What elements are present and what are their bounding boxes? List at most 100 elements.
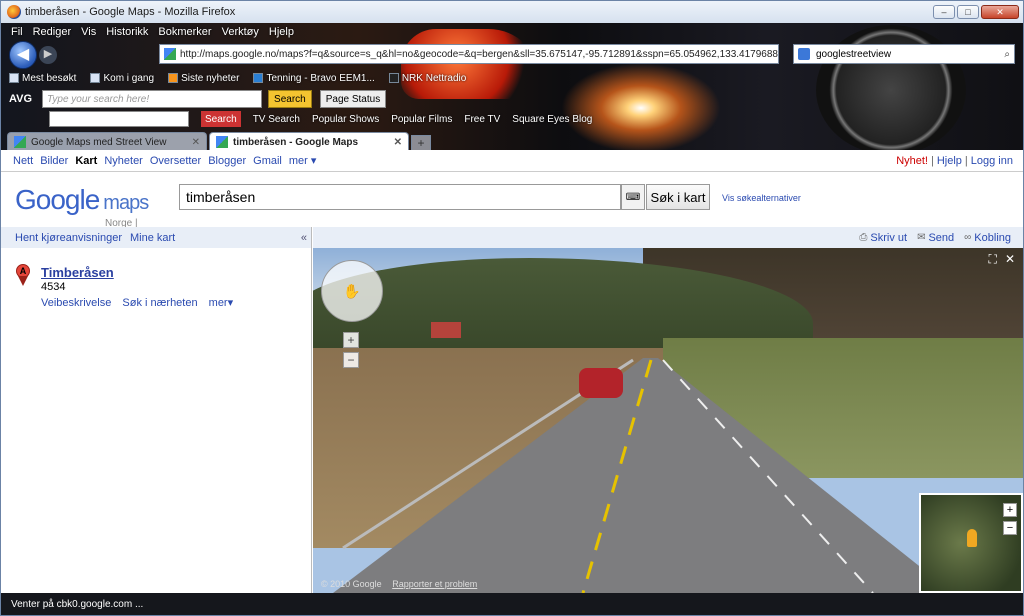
bookmarks-toolbar: Mest besøkt Kom i gang Siste nyheter Ten…: [1, 69, 480, 87]
pegman-icon[interactable]: [967, 529, 977, 547]
address-url: http://maps.google.no/maps?f=q&source=s_…: [180, 48, 778, 60]
link-link[interactable]: ∞ Kobling: [964, 232, 1011, 244]
square-eyes-blog-link[interactable]: Square Eyes Blog: [512, 114, 592, 125]
bookmark-item[interactable]: NRK Nettradio: [388, 73, 466, 84]
bookmark-item[interactable]: Kom i gang: [90, 73, 154, 84]
keyboard-icon[interactable]: ⌨: [621, 184, 645, 210]
gbar-more[interactable]: mer ▾: [289, 154, 317, 167]
help-link[interactable]: Hjelp: [937, 155, 962, 167]
popular-shows-link[interactable]: Popular Shows: [312, 114, 379, 125]
expand-icon[interactable]: ⛶: [989, 252, 997, 267]
google-favicon: [14, 136, 26, 148]
marker-pin-icon[interactable]: A: [16, 264, 30, 286]
minimize-button[interactable]: –: [933, 5, 955, 19]
bookmark-icon: [9, 73, 19, 83]
menu-history[interactable]: Historikk: [106, 26, 148, 38]
avg-search-input[interactable]: Type your search here!: [42, 90, 263, 108]
avg-search-button[interactable]: Search: [268, 90, 312, 108]
my-maps-link[interactable]: Mine kart: [130, 232, 175, 244]
gbar-news[interactable]: Nyheter: [104, 155, 143, 167]
bookmark-icon: [388, 73, 399, 83]
zoom-out-button[interactable]: −: [343, 352, 359, 368]
collapse-panel-icon[interactable]: «: [301, 232, 307, 244]
search-maps-button[interactable]: Søk i kart: [646, 184, 710, 210]
navigation-toolbar: ◀ ▶ http://maps.google.no/maps?f=q&sourc…: [1, 41, 1023, 69]
copyright: © 2010 Google Rapporter et problem: [321, 579, 478, 589]
browser-chrome: Fil Rediger Vis Historikk Bokmerker Verk…: [1, 23, 1023, 150]
bookmark-item[interactable]: Mest besøkt: [9, 73, 76, 84]
search-engine-icon[interactable]: [798, 48, 810, 60]
gbar-gmail[interactable]: Gmail: [253, 155, 282, 167]
close-streetview-icon[interactable]: ✕: [1005, 252, 1015, 267]
search-nearby-link[interactable]: Søk i nærheten: [122, 297, 197, 309]
page-status-button[interactable]: Page Status: [319, 90, 387, 108]
gbar-maps[interactable]: Kart: [75, 155, 97, 167]
menu-view[interactable]: Vis: [81, 26, 96, 38]
browser-window: timberåsen - Google Maps - Mozilla Firef…: [0, 0, 1024, 616]
login-link[interactable]: Logg inn: [971, 155, 1013, 167]
report-problem-link[interactable]: Rapporter et problem: [392, 579, 477, 589]
minimap-zoom-out-button[interactable]: −: [1003, 521, 1017, 535]
address-bar[interactable]: http://maps.google.no/maps?f=q&source=s_…: [159, 44, 779, 64]
pan-control-icon[interactable]: ✋: [321, 260, 383, 322]
print-link[interactable]: ⎙ Skriv ut: [859, 232, 907, 244]
forward-button[interactable]: ▶: [39, 46, 57, 64]
menu-tools[interactable]: Verktøy: [222, 26, 259, 38]
bookmark-item[interactable]: Siste nyheter: [168, 73, 239, 84]
new-tab-button[interactable]: +: [411, 135, 431, 150]
maximize-button[interactable]: □: [957, 5, 979, 19]
free-tv-link[interactable]: Free TV: [464, 114, 500, 125]
mail-icon: ✉: [917, 232, 926, 243]
gbar-web[interactable]: Nett: [13, 155, 33, 167]
mini-map[interactable]: + −: [919, 493, 1023, 593]
results-panel: Hent kjøreanvisninger Mine kart « A Timb…: [1, 227, 312, 593]
back-button[interactable]: ◀: [9, 41, 37, 69]
browser-search-box[interactable]: googlestreetview ⌕: [793, 44, 1015, 64]
printer-icon: ⎙: [859, 232, 868, 243]
search-icon[interactable]: ⌕: [1004, 49, 1014, 60]
zoom-in-button[interactable]: +: [343, 332, 359, 348]
popular-films-link[interactable]: Popular Films: [391, 114, 452, 125]
news-link[interactable]: Nyhet!: [896, 155, 928, 167]
tab-timberasen[interactable]: timberåsen - Google Maps ✕: [209, 132, 409, 150]
close-tab-icon[interactable]: ✕: [192, 137, 200, 148]
bookmark-star-icon[interactable]: ☆: [778, 49, 779, 60]
get-directions-link[interactable]: Hent kjøreanvisninger: [15, 232, 122, 244]
rss-icon: [168, 73, 179, 83]
red-car: [579, 368, 623, 398]
google-favicon: [164, 48, 176, 60]
close-window-button[interactable]: ✕: [981, 5, 1019, 19]
firefox-icon: [7, 5, 21, 19]
menu-file[interactable]: Fil: [11, 26, 23, 38]
google-favicon: [216, 136, 228, 148]
search-options-link[interactable]: Vis søkealternativer: [722, 193, 801, 203]
menu-help[interactable]: Hjelp: [269, 26, 294, 38]
menu-edit[interactable]: Rediger: [33, 26, 72, 38]
gbar-blogger[interactable]: Blogger: [208, 155, 246, 167]
gbar-images[interactable]: Bilder: [40, 155, 68, 167]
gbar-translate[interactable]: Oversetter: [150, 155, 201, 167]
directions-link[interactable]: Veibeskrivelse: [41, 297, 111, 309]
avg-logo[interactable]: AVG: [9, 93, 32, 105]
bookmark-item[interactable]: Tenning - Bravo EEM1...: [253, 73, 375, 84]
google-maps-logo[interactable]: Googlemaps Norge | beta: [15, 184, 149, 240]
close-tab-icon[interactable]: ✕: [394, 137, 402, 148]
tv-search-link[interactable]: TV Search: [253, 114, 300, 125]
toolbar-search-select[interactable]: [49, 111, 189, 127]
toolbar-search-button[interactable]: Search: [201, 111, 241, 127]
bookmark-icon: [253, 73, 264, 83]
more-link[interactable]: mer▾: [209, 297, 233, 309]
window-title: timberåsen - Google Maps - Mozilla Firef…: [25, 6, 236, 18]
maps-search-input[interactable]: timberåsen: [179, 184, 621, 210]
menu-bookmarks[interactable]: Bokmerker: [158, 26, 211, 38]
send-link[interactable]: ✉ Send: [917, 232, 954, 244]
tab-google-maps-street-view[interactable]: Google Maps med Street View ✕: [7, 132, 207, 150]
result-title[interactable]: Timberåsen: [41, 265, 311, 280]
google-maps-page: Nett Bilder Kart Nyheter Oversetter Blog…: [1, 150, 1023, 593]
minimap-zoom-in-button[interactable]: +: [1003, 503, 1017, 517]
menu-bar: Fil Rediger Vis Historikk Bokmerker Verk…: [1, 23, 304, 41]
separator: |: [930, 154, 934, 167]
tab-label: timberåsen - Google Maps: [233, 136, 359, 148]
street-view-panorama[interactable]: ✋ + − ⛶ ✕ + − © 2010 Google Rapporter et…: [313, 248, 1023, 593]
separator: |: [964, 154, 968, 167]
